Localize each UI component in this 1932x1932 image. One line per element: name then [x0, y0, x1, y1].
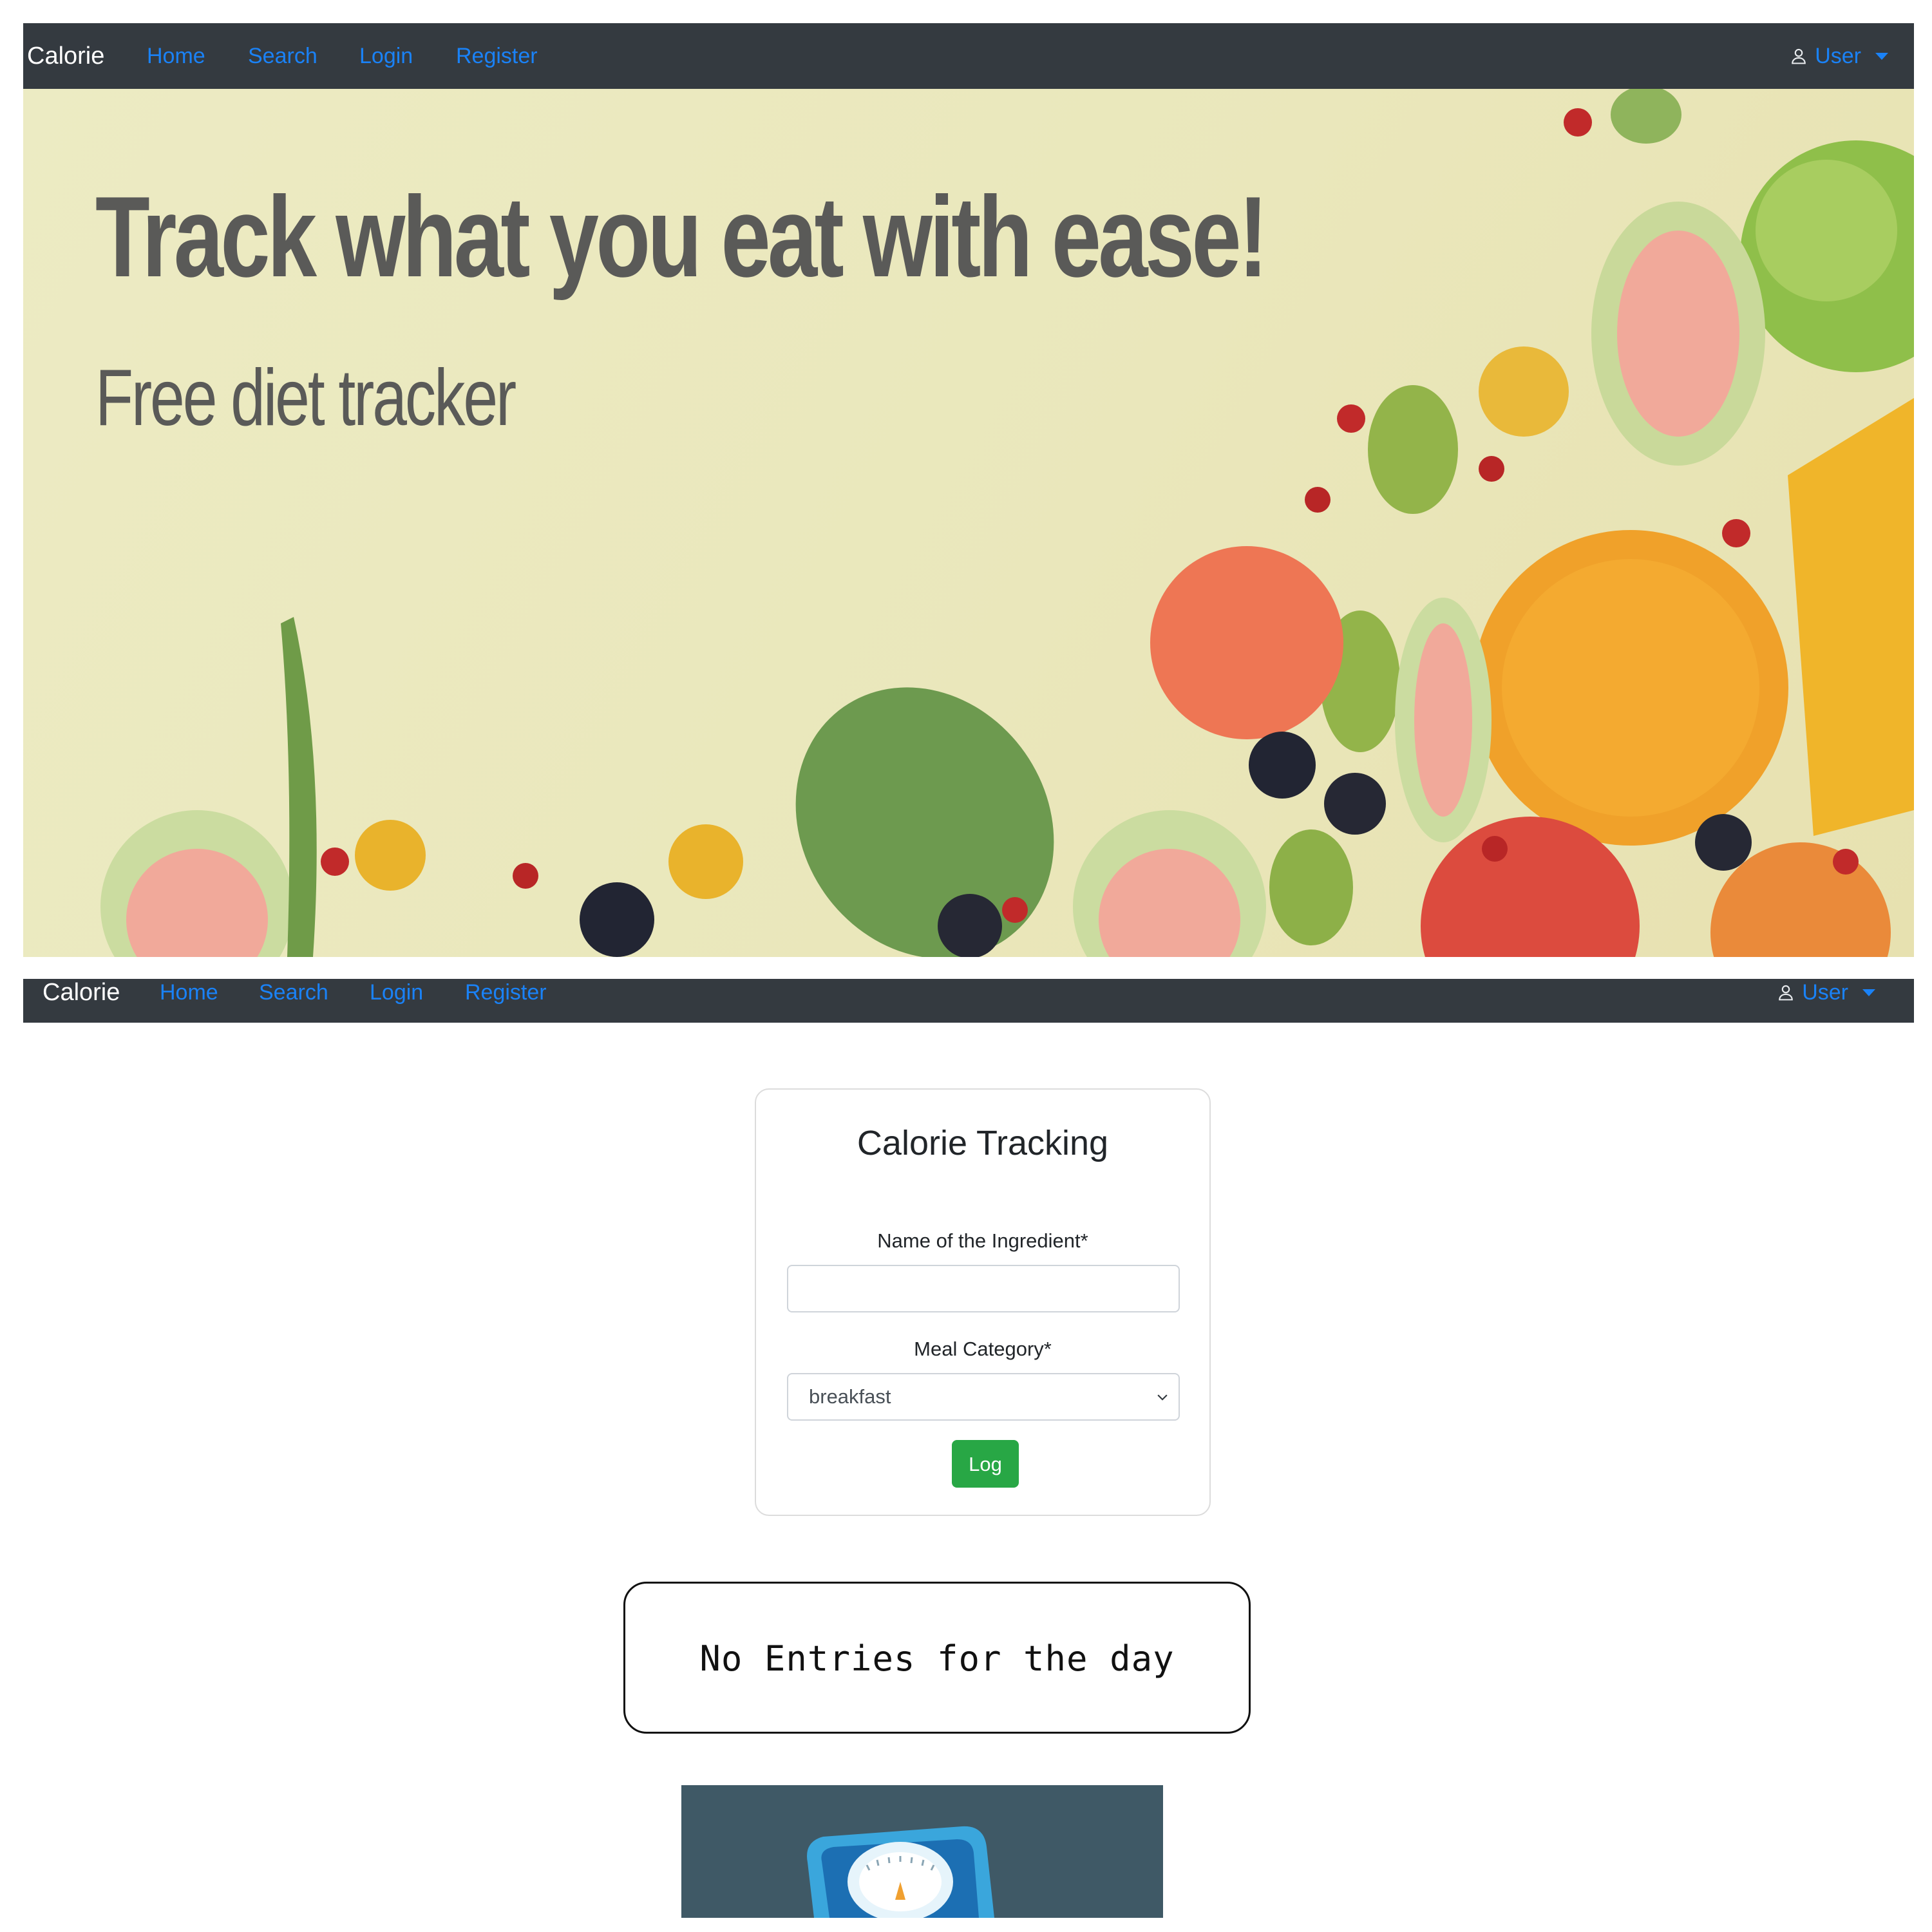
- weighing-scale-icon: [807, 1826, 994, 1918]
- entries-panel: No Entries for the day: [623, 1582, 1251, 1734]
- user-icon: [1779, 985, 1794, 1001]
- user-dropdown[interactable]: User: [1777, 979, 1875, 1010]
- nav-login-link[interactable]: Login: [359, 39, 413, 73]
- weighing-scale-image: [681, 1785, 1163, 1918]
- nav-search-link[interactable]: Search: [259, 979, 328, 1010]
- caret-down-icon: [1875, 52, 1888, 60]
- caret-down-icon: [1862, 989, 1875, 996]
- nav-search-link[interactable]: Search: [248, 39, 317, 73]
- ingredient-label: Name of the Ingredient*: [877, 1229, 1088, 1252]
- brand-link[interactable]: Calorie: [43, 979, 120, 1010]
- meal-category-value: breakfast: [809, 1385, 891, 1408]
- hero-title: Track what you eat with ease!: [95, 173, 1268, 301]
- user-dropdown[interactable]: User: [1790, 39, 1888, 73]
- nav-home-link[interactable]: Home: [147, 39, 205, 73]
- sticky-navbar: Calorie Home Search Login Register User: [23, 979, 1914, 1023]
- user-menu-label: User: [1802, 980, 1848, 1005]
- ingredient-input[interactable]: [787, 1265, 1180, 1312]
- meal-category-label: Meal Category*: [914, 1338, 1052, 1360]
- nav-home-link[interactable]: Home: [160, 979, 218, 1010]
- user-icon: [1792, 48, 1806, 64]
- navbar: Calorie Home Search Login Register User: [23, 23, 1914, 89]
- no-entries-message: No Entries for the day: [699, 1638, 1175, 1679]
- user-menu-label: User: [1815, 44, 1861, 68]
- hero-subtitle: Free diet tracker: [95, 354, 516, 442]
- calorie-tracking-form: Calorie Tracking Name of the Ingredient*…: [755, 1088, 1211, 1516]
- nav-register-link[interactable]: Register: [465, 979, 547, 1010]
- hero-banner: Track what you eat with ease! Free diet …: [23, 89, 1914, 957]
- nav-register-link[interactable]: Register: [456, 39, 538, 73]
- form-title: Calorie Tracking: [857, 1124, 1109, 1162]
- chevron-down-icon: [1157, 1394, 1168, 1401]
- nav-login-link[interactable]: Login: [370, 979, 423, 1010]
- brand-link[interactable]: Calorie: [27, 39, 104, 73]
- log-button[interactable]: Log: [952, 1440, 1019, 1488]
- meal-category-select[interactable]: breakfast: [787, 1373, 1180, 1421]
